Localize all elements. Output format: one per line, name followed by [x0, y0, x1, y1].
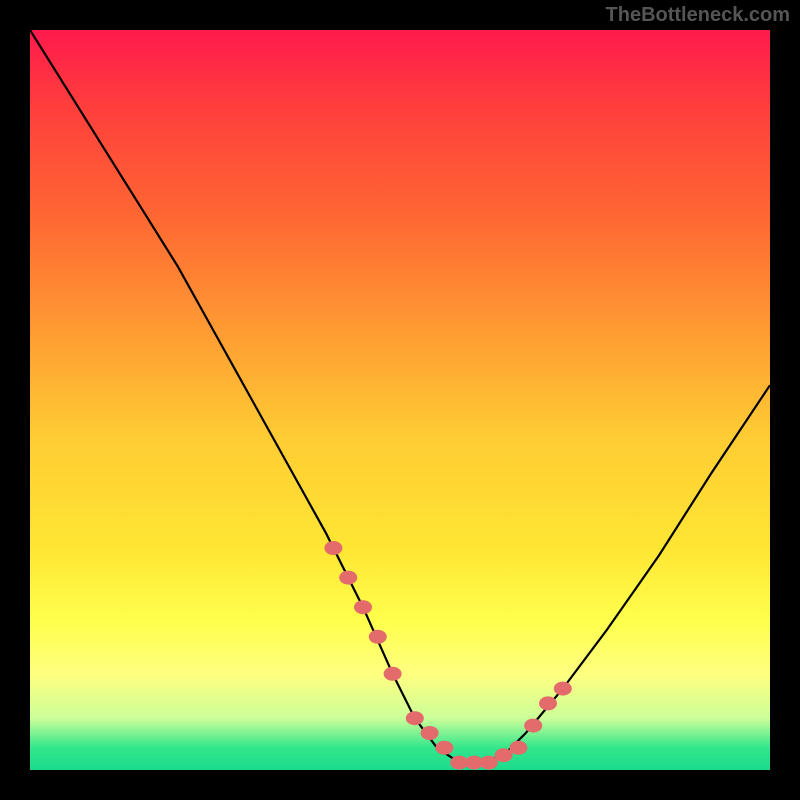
watermark-text: TheBottleneck.com: [606, 4, 790, 27]
marker-points: [324, 541, 571, 770]
marker-point: [495, 748, 513, 762]
plot-area: [30, 30, 770, 770]
marker-point: [324, 541, 342, 555]
chart-container: TheBottleneck.com: [0, 0, 800, 800]
marker-point: [509, 741, 527, 755]
marker-point: [406, 711, 424, 725]
marker-point: [524, 719, 542, 733]
marker-point: [554, 682, 572, 696]
marker-point: [421, 726, 439, 740]
curve-svg: [30, 30, 770, 770]
bottleneck-curve: [30, 30, 770, 763]
marker-point: [339, 571, 357, 585]
marker-point: [435, 741, 453, 755]
marker-point: [354, 600, 372, 614]
marker-point: [480, 756, 498, 770]
marker-point: [384, 667, 402, 681]
marker-point: [539, 696, 557, 710]
marker-point: [369, 630, 387, 644]
